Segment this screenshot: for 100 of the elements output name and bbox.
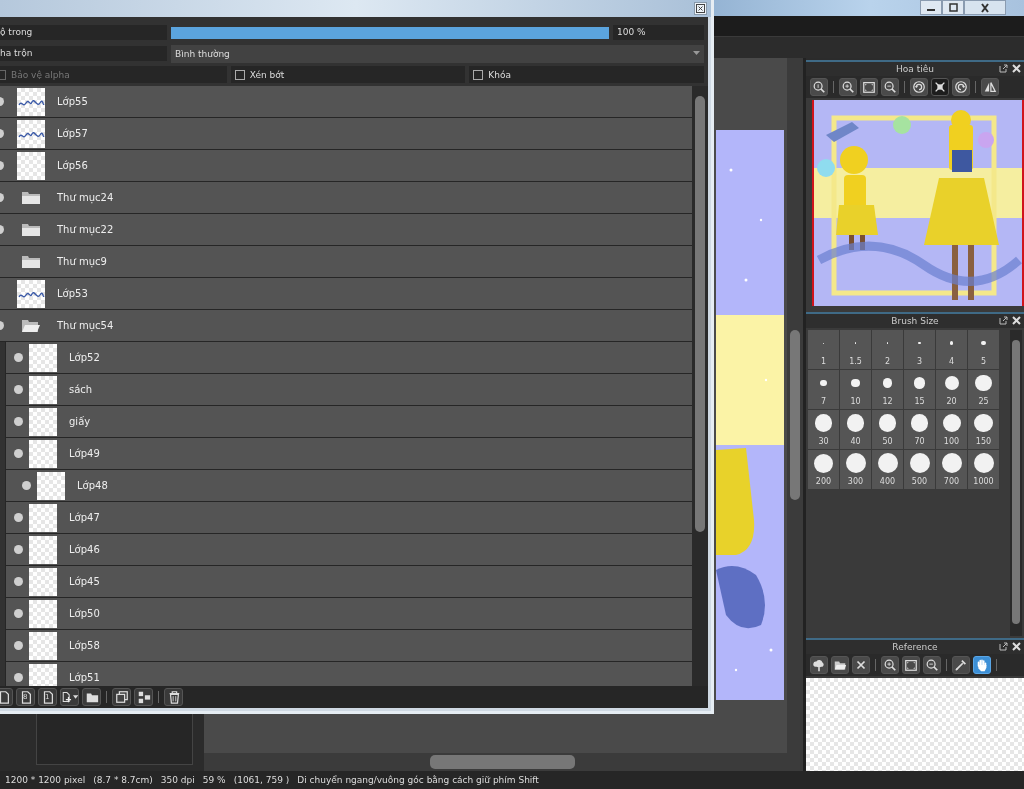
visibility-dot[interactable]	[14, 417, 23, 426]
flip-button[interactable]	[981, 78, 999, 96]
layer-row[interactable]: Lớp46	[5, 534, 692, 566]
brush-preset[interactable]: 1000	[968, 450, 999, 489]
layer-row[interactable]: Lớp52	[5, 342, 692, 374]
brush-preset[interactable]: 5	[968, 330, 999, 369]
visibility-dot[interactable]	[14, 641, 23, 650]
hand-button[interactable]	[973, 656, 991, 674]
brush-preset[interactable]: 300	[840, 450, 871, 489]
close-icon[interactable]	[1012, 64, 1021, 73]
layer-row[interactable]: Lớp57	[0, 118, 692, 150]
scrollbar[interactable]	[1010, 330, 1022, 636]
layer-row[interactable]: Lớp56	[0, 150, 692, 182]
visibility-dot[interactable]	[14, 673, 23, 682]
eyedropper-button[interactable]	[952, 656, 970, 674]
visibility-dot[interactable]	[14, 577, 23, 586]
popout-icon[interactable]	[999, 64, 1008, 73]
checkbox[interactable]: Xén bớt	[230, 66, 466, 83]
brush-preset[interactable]: 10	[840, 370, 871, 409]
folder-button[interactable]	[82, 688, 101, 706]
zoom-out-button[interactable]	[923, 656, 941, 674]
layer-row[interactable]: sách	[5, 374, 692, 406]
rotate-left-icon	[912, 80, 926, 94]
copy-icon	[114, 690, 129, 704]
minimize-button[interactable]	[920, 0, 942, 15]
brush-preset[interactable]: 3	[904, 330, 935, 369]
layer-row[interactable]: Lớp48	[5, 470, 692, 502]
visibility-dot[interactable]	[22, 481, 31, 490]
layer-row[interactable]: Lớp50	[5, 598, 692, 630]
scrollbar[interactable]	[692, 86, 708, 686]
brush-preset[interactable]: 50	[872, 410, 903, 449]
upload-button[interactable]	[810, 656, 828, 674]
visibility-dot[interactable]	[14, 513, 23, 522]
open-button[interactable]	[831, 656, 849, 674]
status-text: 59 %	[202, 775, 226, 785]
brush-preset[interactable]: 200	[808, 450, 839, 489]
fit-window-button[interactable]	[931, 78, 949, 96]
layer-row[interactable]: Thư mục22	[0, 214, 692, 246]
layer-row[interactable]: Lớp51	[5, 662, 692, 686]
zoom-reset-button[interactable]	[810, 78, 828, 96]
visibility-dot[interactable]	[14, 609, 23, 618]
zoom-out-button[interactable]	[881, 78, 899, 96]
layer-row[interactable]: giấy	[5, 406, 692, 438]
close-icon[interactable]	[1012, 642, 1021, 651]
scrollbar[interactable]	[787, 58, 803, 753]
layer-row[interactable]: Thư mục54	[0, 310, 692, 342]
page-icon	[0, 690, 11, 704]
layer-row[interactable]: Thư mục9	[0, 246, 692, 278]
zoom-in-button[interactable]	[881, 656, 899, 674]
blend-dropdown[interactable]: Bình thường	[171, 44, 704, 63]
close-button[interactable]	[694, 2, 707, 15]
fit-button[interactable]	[902, 656, 920, 674]
fit-button[interactable]	[860, 78, 878, 96]
brush-preset[interactable]: 15	[904, 370, 935, 409]
merge-button[interactable]	[134, 688, 153, 706]
layer-row[interactable]: Lớp53	[0, 278, 692, 310]
delete-button[interactable]	[164, 688, 183, 706]
brush-preset[interactable]: 2	[872, 330, 903, 369]
brush-preset[interactable]: 30	[808, 410, 839, 449]
brush-preset[interactable]: 25	[968, 370, 999, 409]
layer-name: Lớp45	[69, 576, 100, 587]
layer-row[interactable]: Lớp45	[5, 566, 692, 598]
brush-preset[interactable]: 150	[968, 410, 999, 449]
brush-preset[interactable]: 700	[936, 450, 967, 489]
brush-preset[interactable]: 4	[936, 330, 967, 369]
visibility-dot[interactable]	[14, 353, 23, 362]
popout-icon[interactable]	[999, 642, 1008, 651]
brush-preset[interactable]: 70	[904, 410, 935, 449]
close-button[interactable]	[852, 656, 870, 674]
opacity-slider[interactable]	[171, 26, 609, 39]
scrollbar[interactable]	[204, 753, 803, 771]
brush-preset[interactable]: 100	[936, 410, 967, 449]
layer-row[interactable]: Lớp49	[5, 438, 692, 470]
brush-preset[interactable]: 1.5	[840, 330, 871, 369]
brush-preset[interactable]: 400	[872, 450, 903, 489]
status-text: Di chuyển ngang/vuông góc bằng cách giữ phím Shift	[297, 775, 539, 785]
close-button[interactable]	[964, 0, 1006, 15]
brush-preset[interactable]: 12	[872, 370, 903, 409]
brush-preset[interactable]: 20	[936, 370, 967, 409]
brush-preset[interactable]: 1	[808, 330, 839, 369]
close-icon[interactable]	[1012, 316, 1021, 325]
visibility-dot[interactable]	[14, 385, 23, 394]
layer-row[interactable]: Lớp47	[5, 502, 692, 534]
rotate-right-button[interactable]	[952, 78, 970, 96]
brush-preset[interactable]: 500	[904, 450, 935, 489]
flip-icon	[983, 80, 997, 94]
brush-preset[interactable]: 7	[808, 370, 839, 409]
zoom-in-button[interactable]	[839, 78, 857, 96]
layer-row[interactable]: Thư mục24	[0, 182, 692, 214]
popout-icon[interactable]	[999, 316, 1008, 325]
visibility-dot[interactable]	[14, 545, 23, 554]
checkbox[interactable]: Khóa	[469, 66, 704, 83]
add-menu-button[interactable]	[60, 688, 79, 706]
restore-button[interactable]	[942, 0, 964, 15]
layer-row[interactable]: Lớp55	[0, 86, 692, 118]
rotate-left-button[interactable]	[910, 78, 928, 96]
brush-preset[interactable]: 40	[840, 410, 871, 449]
visibility-dot[interactable]	[14, 449, 23, 458]
layer-row[interactable]: Lớp58	[5, 630, 692, 662]
duplicate-button[interactable]	[112, 688, 131, 706]
